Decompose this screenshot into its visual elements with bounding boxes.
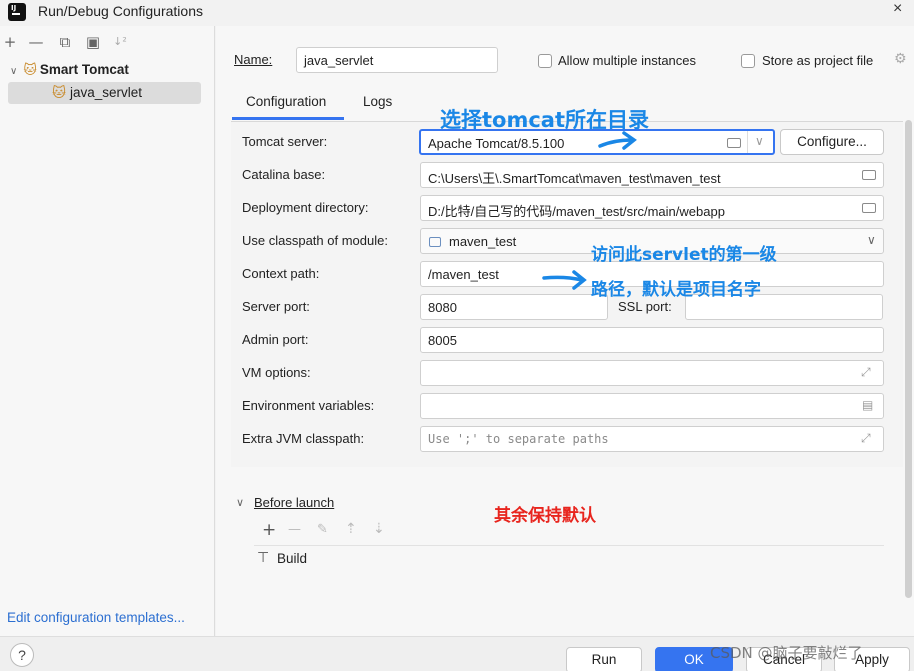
tomcat-server-label: Tomcat server: xyxy=(242,134,328,149)
catalina-base-value: C:\Users\王\.SmartTomcat\maven_test\maven… xyxy=(428,171,721,186)
scrollbar[interactable] xyxy=(905,120,912,598)
store-project-label: Store as project file xyxy=(762,53,874,68)
expand-icon[interactable]: ⤢ xyxy=(861,365,871,380)
dialog-button-bar: ? Run OK Cancel Apply CSDN @脑子要敲烂了 xyxy=(0,636,914,671)
chevron-down-icon[interactable]: ∨ xyxy=(755,134,764,148)
tree-root-label: Smart Tomcat xyxy=(39,62,129,77)
admin-port-value: 8005 xyxy=(428,333,457,348)
window-title: Run/Debug Configurations xyxy=(38,3,203,19)
name-label: Name: xyxy=(234,52,273,67)
intellij-logo-icon xyxy=(8,3,26,21)
catalina-base-label: Catalina base: xyxy=(242,167,326,182)
copy-icon[interactable]: ⧉ xyxy=(57,34,73,50)
server-port-label: Server port: xyxy=(242,299,310,314)
deployment-dir-label: Deployment directory: xyxy=(242,200,369,215)
sort-icon[interactable]: ↓² xyxy=(112,34,128,50)
run-button[interactable]: Run xyxy=(566,647,642,671)
allow-multiple-label: Allow multiple instances xyxy=(558,53,697,68)
chevron-down-icon[interactable]: ∨ xyxy=(236,496,244,509)
tree-child-label: java_servlet xyxy=(70,85,143,100)
folder-icon[interactable] xyxy=(862,203,876,213)
admin-port-input[interactable]: 8005 xyxy=(420,327,884,353)
env-variables-input[interactable]: ▤ xyxy=(420,393,884,419)
vm-options-label: VM options: xyxy=(242,365,311,380)
tomcat-icon: 🐱 xyxy=(23,62,37,77)
jvm-classpath-input[interactable]: Use ';' to separate paths ⤢ xyxy=(420,426,884,452)
tree-item-java-servlet[interactable]: 🐱 java_servlet xyxy=(8,82,201,104)
tab-logs[interactable]: Logs xyxy=(363,94,392,109)
annotation-keep-default: 其余保持默认 xyxy=(494,506,596,526)
folder-icon[interactable] xyxy=(727,138,741,148)
annotation-path-line1: 访问此servlet的第一级 xyxy=(591,245,777,265)
annotation-arrow-icon xyxy=(542,270,587,290)
before-launch-title[interactable]: Before launch xyxy=(254,495,334,510)
annotation-path-line2: 路径，默认是项目名字 xyxy=(591,280,761,300)
deployment-dir-input[interactable]: D:/比特/自己写的代码/maven_test/src/main/webapp xyxy=(420,195,884,221)
config-tree-panel: + — ⧉ ▣ ↓² ∨ 🐱 Smart Tomcat 🐱 java_servlet… xyxy=(0,26,215,636)
classpath-module-value: maven_test xyxy=(449,234,517,249)
active-tab-indicator xyxy=(232,117,344,120)
folder-icon[interactable] xyxy=(862,170,876,180)
ssl-port-label: SSL port: xyxy=(618,299,672,314)
chevron-down-icon[interactable]: ∨ xyxy=(867,233,876,247)
tree-item-smart-tomcat[interactable]: ∨ 🐱 Smart Tomcat xyxy=(10,62,129,78)
admin-port-label: Admin port: xyxy=(242,332,309,347)
annotation-arrow-icon xyxy=(598,131,637,150)
help-button[interactable]: ? xyxy=(10,643,34,667)
build-icon: ⊤ xyxy=(257,550,270,566)
context-path-value: /maven_test xyxy=(428,267,499,282)
remove-icon[interactable]: — xyxy=(288,522,301,537)
classpath-module-label: Use classpath of module: xyxy=(242,233,388,248)
store-project-checkbox[interactable] xyxy=(741,54,755,68)
move-up-icon[interactable]: ⇡ xyxy=(345,521,357,537)
new-folder-icon[interactable]: ▣ xyxy=(85,34,101,50)
remove-icon[interactable]: — xyxy=(28,34,44,50)
list-icon[interactable]: ▤ xyxy=(862,398,873,412)
title-bar: Run/Debug Configurations × xyxy=(0,0,914,26)
close-icon[interactable]: × xyxy=(893,0,902,18)
edit-templates-link[interactable]: Edit configuration templates... xyxy=(7,610,185,625)
context-path-label: Context path: xyxy=(242,266,320,281)
name-input[interactable]: java_servlet xyxy=(296,47,498,73)
module-icon xyxy=(429,237,441,247)
gear-icon[interactable]: ⚙ xyxy=(894,51,907,67)
server-port-input[interactable]: 8080 xyxy=(420,294,608,320)
env-variables-label: Environment variables: xyxy=(242,398,375,413)
deployment-dir-value: D:/比特/自己写的代码/maven_test/src/main/webapp xyxy=(428,204,725,219)
configure-button[interactable]: Configure... xyxy=(780,129,884,155)
tomcat-icon: 🐱 xyxy=(52,85,67,100)
jvm-classpath-placeholder: Use ';' to separate paths xyxy=(428,432,609,446)
move-down-icon[interactable]: ⇣ xyxy=(373,521,385,537)
jvm-classpath-label: Extra JVM classpath: xyxy=(242,431,365,446)
expand-icon[interactable]: ⤢ xyxy=(861,431,871,446)
chevron-down-icon[interactable]: ∨ xyxy=(10,66,17,77)
server-port-value: 8080 xyxy=(428,300,457,315)
add-icon[interactable]: + xyxy=(262,520,276,540)
edit-icon[interactable]: ✎ xyxy=(317,522,328,537)
csdn-watermark: CSDN @脑子要敲烂了 xyxy=(710,644,863,662)
before-launch-build-item[interactable]: Build xyxy=(277,551,307,566)
add-icon[interactable]: + xyxy=(2,34,18,50)
name-value: java_servlet xyxy=(304,53,374,68)
allow-multiple-checkbox[interactable] xyxy=(538,54,552,68)
tomcat-server-value: Apache Tomcat/8.5.100 xyxy=(428,136,565,151)
tab-configuration[interactable]: Configuration xyxy=(246,94,326,109)
vm-options-input[interactable]: ⤢ xyxy=(420,360,884,386)
catalina-base-input[interactable]: C:\Users\王\.SmartTomcat\maven_test\maven… xyxy=(420,162,884,188)
